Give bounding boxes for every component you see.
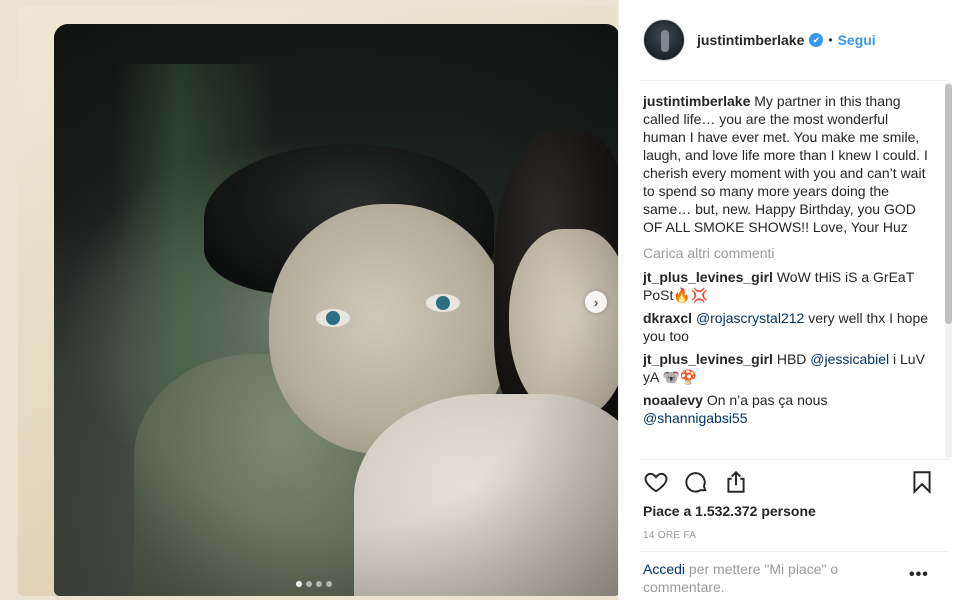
verified-badge-icon: ✔ [809, 33, 824, 47]
follow-button[interactable]: Segui [838, 32, 876, 48]
carousel-next-button[interactable]: › [585, 291, 607, 313]
comment-icon[interactable] [683, 469, 709, 495]
comment-mention-link[interactable]: @rojascrystal212 [696, 310, 804, 326]
comment-username[interactable]: jt_plus_levines_girl [643, 269, 773, 285]
post-caption: justintimberlake My partner in this than… [643, 92, 933, 236]
comment-mention-link[interactable]: @shannigabsi55 [643, 410, 748, 426]
post-actions [643, 468, 935, 496]
separator: • [828, 33, 833, 47]
likes-count[interactable]: Piace a 1.532.372 persone [643, 503, 816, 519]
caption-username[interactable]: justintimberlake [643, 93, 750, 109]
scrollbar-thumb[interactable] [945, 84, 952, 324]
comment-item: noaalevy On n’a pas ça nous @shannigabsi… [643, 391, 933, 427]
caption-text: My partner in this thang called life… yo… [643, 93, 928, 235]
share-icon[interactable] [723, 469, 749, 495]
username-link[interactable]: justintimberlake [697, 32, 804, 48]
carousel-dot [306, 581, 312, 587]
comment-username[interactable]: dkraxcl [643, 310, 692, 326]
avatar[interactable] [643, 19, 685, 61]
comment-item: jt_plus_levines_girl WoW tHiS iS a GrEaT… [643, 268, 933, 304]
comment-item: jt_plus_levines_girl HBD @jessicabiel i … [643, 350, 933, 386]
carousel-indicator [296, 581, 332, 587]
comment-text-prefix: HBD [776, 351, 811, 367]
divider [639, 459, 949, 460]
post-photo[interactable] [54, 24, 618, 596]
comments-list: justintimberlake My partner in this than… [643, 92, 933, 457]
load-more-comments-button[interactable]: Carica altri commenti [643, 244, 933, 262]
post-media: › [0, 0, 618, 600]
comment-username[interactable]: noaalevy [643, 392, 703, 408]
heart-icon[interactable] [643, 469, 669, 495]
more-options-button[interactable]: ••• [909, 566, 929, 584]
carousel-dot [296, 581, 302, 587]
login-prompt: Accedi per mettere "Mi piace" o commenta… [643, 560, 873, 596]
comment-item: dkraxcl @rojascrystal212 very well thx I… [643, 309, 933, 345]
post-sidebar: justintimberlake ✔ • Segui justintimberl… [618, 0, 961, 600]
divider [639, 551, 949, 552]
polaroid-frame [18, 6, 618, 596]
comment-text-prefix: On n’a pas ça nous [706, 392, 828, 408]
carousel-dot [316, 581, 322, 587]
bookmark-icon[interactable] [909, 469, 935, 495]
comment-mention-link[interactable]: @jessicabiel [810, 351, 889, 367]
divider [639, 80, 949, 81]
post-timestamp[interactable]: 14 ORE FA [643, 530, 696, 541]
login-link[interactable]: Accedi [643, 561, 685, 577]
comment-username[interactable]: jt_plus_levines_girl [643, 351, 773, 367]
comments-scrollbar[interactable] [945, 82, 952, 458]
carousel-dot [326, 581, 332, 587]
post-header: justintimberlake ✔ • Segui [619, 0, 961, 80]
